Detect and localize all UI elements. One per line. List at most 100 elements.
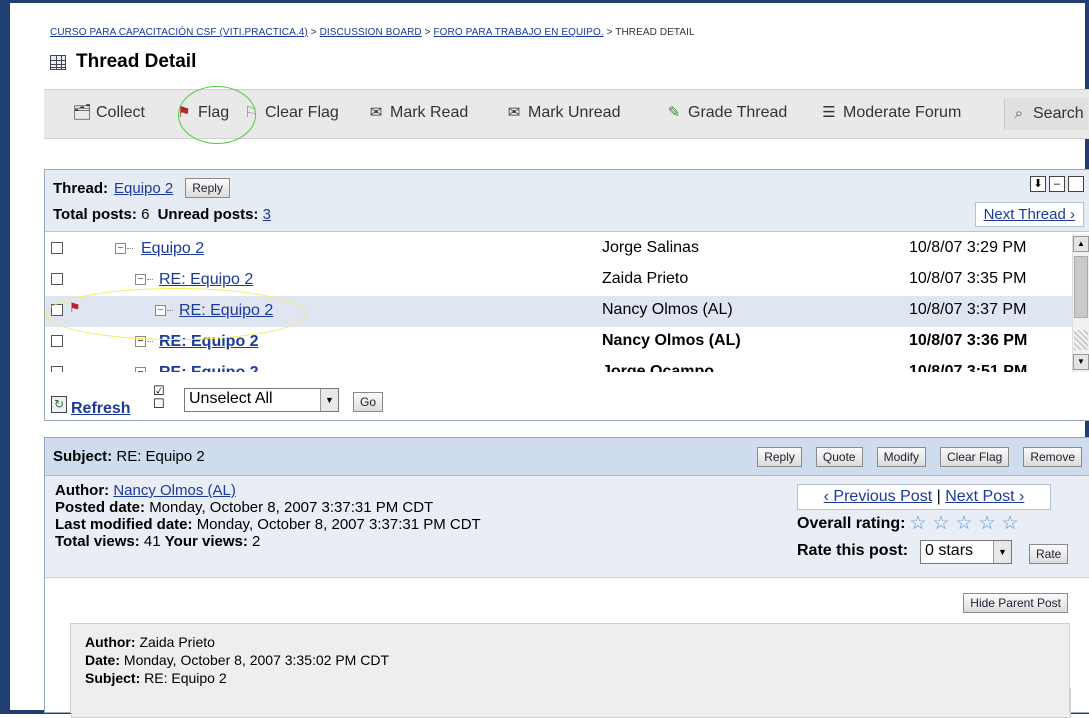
- clear-flag-label: Clear Flag: [265, 104, 339, 121]
- scroll-thumb[interactable]: [1074, 256, 1088, 318]
- bulk-select[interactable]: Unselect All ▼: [184, 388, 339, 412]
- mark-read-icon: ✉: [369, 104, 383, 121]
- row-checkbox[interactable]: [51, 273, 63, 285]
- rating-select-value: 0 stars: [925, 542, 974, 559]
- row-highlight-ellipse: [46, 288, 306, 340]
- chevron-down-icon: ▼: [320, 389, 338, 411]
- refresh-link[interactable]: Refresh: [71, 400, 131, 418]
- total-views-label: Total views:: [55, 533, 140, 550]
- next-post-link[interactable]: Next Post ›: [945, 488, 1024, 505]
- parent-subject-label: Subject:: [85, 670, 141, 686]
- select-all-checkbox-icon[interactable]: ☑ ☐: [153, 384, 175, 410]
- breadcrumb-course[interactable]: CURSO PARA CAPACITACIÓN CSF (VITI.PRACTI…: [50, 27, 308, 38]
- bulk-actions-bar: ↻ Refresh ☑ ☐ Unselect All ▼ Go: [45, 374, 1089, 420]
- post-subject-link[interactable]: RE: Equipo 2: [159, 271, 253, 289]
- refresh-icon[interactable]: ↻: [51, 395, 67, 413]
- thread-label: Thread:: [53, 179, 109, 197]
- post-subject-link[interactable]: Equipo 2: [141, 240, 204, 258]
- modified-date-label: Last modified date:: [55, 516, 193, 533]
- breadcrumb-board[interactable]: DISCUSSION BOARD: [320, 27, 422, 38]
- rating-select[interactable]: 0 stars ▼: [920, 540, 1012, 564]
- table-icon: [50, 54, 66, 70]
- parent-date-row: Date: Monday, October 8, 2007 3:35:02 PM…: [85, 652, 389, 668]
- search-button[interactable]: ⌕ Search: [1004, 98, 1088, 130]
- post-date: 10/8/07 3:35 PM: [909, 270, 1027, 287]
- post-info: Author: Nancy Olmos (AL) Posted date: Mo…: [45, 476, 1089, 578]
- overall-rating-label: Overall rating:: [797, 514, 906, 532]
- unread-posts-link[interactable]: 3: [263, 206, 271, 223]
- flag-highlight-circle: [178, 86, 256, 144]
- row-checkbox[interactable]: [51, 242, 63, 254]
- post-date: 10/8/07 3:51 PM: [909, 363, 1028, 372]
- collapse-icon[interactable]: −: [135, 274, 146, 285]
- parent-author-value: Zaida Prieto: [139, 634, 215, 650]
- search-icon: ⌕: [1014, 105, 1024, 122]
- thread-reply-button[interactable]: Reply: [185, 178, 230, 198]
- row-checkbox[interactable]: [51, 335, 63, 347]
- download-icon[interactable]: ⬇: [1030, 176, 1046, 192]
- views-row: Total views: 41 Your views: 2: [55, 533, 260, 550]
- rate-button[interactable]: Rate: [1029, 544, 1069, 564]
- thread-header: Thread: Equipo 2 Reply Total posts: 6 Un…: [45, 170, 1089, 232]
- table-row[interactable]: − Equipo 2 Jorge Salinas 10/8/07 3:29 PM: [45, 234, 1075, 265]
- star-icon: ☆: [909, 513, 927, 534]
- mark-unread-label: Mark Unread: [528, 104, 621, 121]
- your-views-label: Your views:: [164, 533, 248, 550]
- chevron-down-icon: ▼: [993, 541, 1011, 563]
- author-link[interactable]: Nancy Olmos (AL): [113, 482, 236, 499]
- modify-button[interactable]: Modify: [876, 447, 926, 467]
- refresh-control[interactable]: ↻ Refresh: [51, 390, 131, 418]
- previous-post-link[interactable]: ‹ Previous Post: [824, 488, 932, 505]
- tree-connector: [147, 279, 153, 280]
- collect-icon: 🗂: [72, 104, 92, 121]
- parent-author-label: Author:: [85, 634, 136, 650]
- parent-author-row: Author: Zaida Prieto: [85, 634, 215, 650]
- remove-button[interactable]: Remove: [1023, 447, 1082, 467]
- scroll-down-icon[interactable]: ▼: [1073, 354, 1089, 370]
- parent-subject-row: Subject: RE: Equipo 2: [85, 670, 227, 686]
- quote-button[interactable]: Quote: [815, 447, 863, 467]
- parent-subject-value: RE: Equipo 2: [144, 670, 227, 686]
- moderate-forum-icon: ☰: [822, 104, 836, 121]
- star-icon: ☆: [978, 513, 996, 534]
- thread-name-link[interactable]: Equipo 2: [114, 180, 173, 197]
- scroll-up-icon[interactable]: ▲: [1073, 236, 1089, 252]
- total-posts-label: Total posts:: [53, 206, 137, 223]
- go-button[interactable]: Go: [353, 392, 384, 412]
- maximize-icon[interactable]: [1068, 176, 1084, 192]
- post-author: Jorge Ocampo: [602, 363, 715, 372]
- mark-unread-icon: ✉: [507, 104, 521, 121]
- modified-date-row: Last modified date: Monday, October 8, 2…: [55, 516, 481, 533]
- subject-value: RE: Equipo 2: [116, 448, 205, 465]
- clear-flag-post-button[interactable]: Clear Flag: [939, 447, 1010, 467]
- moderate-forum-button[interactable]: ☰ Moderate Forum: [819, 104, 961, 122]
- table-row-unread[interactable]: − RE: Equipo 2 Jorge Ocampo 10/8/07 3:51…: [45, 358, 1075, 372]
- author-row: Author: Nancy Olmos (AL): [55, 482, 236, 499]
- breadcrumb-separator: >: [421, 27, 434, 38]
- collapse-icon[interactable]: −: [115, 243, 126, 254]
- row-checkbox[interactable]: [51, 366, 63, 372]
- reply-button[interactable]: Reply: [757, 447, 802, 467]
- rate-post-row: Rate this post:: [797, 542, 908, 560]
- hide-parent-post-button[interactable]: Hide Parent Post: [963, 593, 1068, 613]
- breadcrumb: CURSO PARA CAPACITACIÓN CSF (VITI.PRACTI…: [50, 27, 695, 38]
- mark-unread-button[interactable]: ✉ Mark Unread: [504, 104, 621, 122]
- post-date: 10/8/07 3:36 PM: [909, 332, 1028, 349]
- collapse-icon[interactable]: −: [135, 367, 146, 372]
- mark-read-button[interactable]: ✉ Mark Read: [366, 104, 469, 122]
- post-subject-link[interactable]: RE: Equipo 2: [159, 364, 259, 372]
- post-author: Zaida Prieto: [602, 270, 689, 287]
- next-thread-link[interactable]: Next Thread ›: [984, 206, 1075, 223]
- post-header: Subject: RE: Equipo 2 Reply Quote Modify…: [45, 438, 1089, 476]
- collect-button[interactable]: 🗂 Collect: [72, 104, 144, 122]
- minimize-icon[interactable]: –: [1049, 176, 1065, 192]
- mark-read-label: Mark Read: [390, 104, 469, 121]
- breadcrumb-current: THREAD DETAIL: [615, 27, 695, 38]
- thread-list-scrollbar[interactable]: ▲ ▼: [1072, 234, 1089, 372]
- unread-posts-label: Unread posts:: [157, 206, 259, 223]
- grade-thread-label: Grade Thread: [688, 104, 788, 121]
- breadcrumb-forum[interactable]: FORO PARA TRABAJO EN EQUIPO.: [433, 27, 603, 38]
- grade-thread-button[interactable]: ✎ Grade Thread: [664, 104, 788, 122]
- bulk-select-value: Unselect All: [189, 390, 273, 407]
- your-views-value: 2: [252, 533, 261, 550]
